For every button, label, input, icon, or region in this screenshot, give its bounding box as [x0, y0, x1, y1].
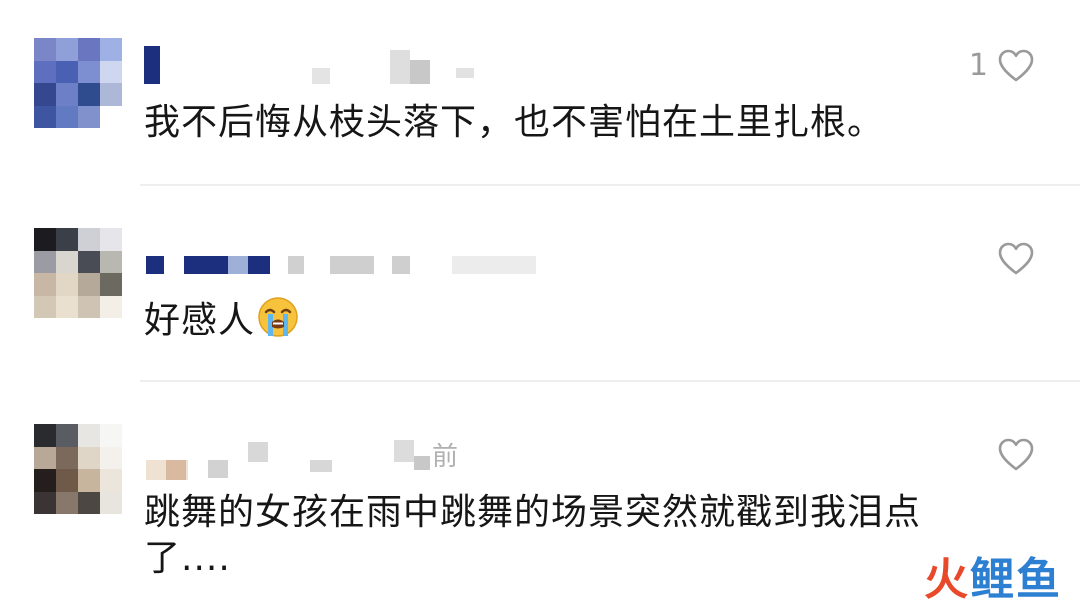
avatar-mosaic-cell: [100, 83, 122, 106]
username-blurred[interactable]: 前: [144, 438, 564, 480]
comment-text: 我不后悔从枝头落下，也不害怕在土里扎根。: [144, 102, 885, 143]
comment-item: 好感人: [0, 186, 1080, 382]
avatar-mosaic-cell: [56, 446, 78, 469]
heart-icon[interactable]: [998, 242, 1034, 276]
like-control[interactable]: [988, 242, 1034, 276]
avatar-mosaic-cell: [56, 83, 78, 106]
avatar-mosaic-cell: [78, 228, 100, 251]
avatar-mosaic-cell: [100, 250, 122, 273]
avatar-mosaic-cell: [56, 38, 78, 61]
comment-item: 1 我不后悔从枝头落下，也不害怕在土里扎根。: [0, 0, 1080, 186]
crying-face-emoji-icon: [258, 297, 298, 337]
avatar-mosaic-cell: [78, 491, 100, 514]
avatar-mosaic-cell: [34, 38, 56, 61]
avatar-mosaic-cell: [34, 295, 56, 318]
avatar-mosaic-cell: [78, 469, 100, 492]
avatar-mosaic-cell: [100, 105, 122, 128]
heart-icon[interactable]: [998, 438, 1034, 472]
avatar-mosaic-cell: [100, 295, 122, 318]
avatar-mosaic-cell: [100, 424, 122, 447]
avatar[interactable]: [34, 38, 122, 128]
avatar-mosaic-cell: [78, 424, 100, 447]
avatar-mosaic-cell: [34, 446, 56, 469]
username-blurred[interactable]: [144, 252, 564, 282]
avatar-mosaic-cell: [34, 424, 56, 447]
avatar[interactable]: [34, 424, 122, 514]
avatar-mosaic-cell: [56, 105, 78, 128]
avatar-mosaic-cell: [34, 273, 56, 296]
avatar-mosaic-cell: [100, 60, 122, 83]
like-control[interactable]: [988, 438, 1034, 472]
avatar-mosaic-cell: [78, 273, 100, 296]
timestamp-partial: 前: [432, 442, 459, 472]
avatar-mosaic-cell: [34, 83, 56, 106]
avatar-mosaic-cell: [78, 295, 100, 318]
avatar-mosaic-cell: [56, 273, 78, 296]
comment-text: 跳舞的女孩在雨中跳舞的场景突然就戳到我泪点了....: [144, 492, 922, 579]
like-control[interactable]: 1: [969, 48, 1034, 83]
avatar-mosaic-cell: [56, 469, 78, 492]
avatar-mosaic-cell: [100, 491, 122, 514]
avatar-mosaic-cell: [56, 250, 78, 273]
avatar-mosaic-cell: [100, 469, 122, 492]
avatar-mosaic-cell: [100, 38, 122, 61]
avatar-mosaic-cell: [34, 469, 56, 492]
avatar-mosaic-cell: [100, 228, 122, 251]
like-count: 1: [968, 48, 988, 83]
watermark-logo: 火 鲤 鱼: [924, 543, 1060, 607]
avatar-mosaic-cell: [78, 446, 100, 469]
avatar-mosaic-cell: [34, 228, 56, 251]
watermark-char: 鲤: [970, 554, 1014, 605]
avatar-mosaic-cell: [100, 446, 122, 469]
avatar[interactable]: [34, 228, 122, 318]
avatar-mosaic-cell: [78, 60, 100, 83]
avatar-mosaic-cell: [34, 250, 56, 273]
comment-text: 好感人: [144, 296, 299, 344]
avatar-mosaic-cell: [78, 250, 100, 273]
watermark-char: 火: [924, 554, 968, 605]
username-blurred[interactable]: [144, 46, 564, 84]
avatar-mosaic-cell: [100, 273, 122, 296]
avatar-mosaic-cell: [56, 424, 78, 447]
comment-text-content: 好感人: [144, 300, 256, 341]
avatar-mosaic-cell: [78, 38, 100, 61]
avatar-mosaic-cell: [56, 60, 78, 83]
avatar-mosaic-cell: [34, 105, 56, 128]
avatar-mosaic-cell: [78, 83, 100, 106]
watermark-char: 鱼: [1016, 554, 1060, 605]
avatar-mosaic-cell: [56, 295, 78, 318]
avatar-mosaic-cell: [34, 491, 56, 514]
avatar-mosaic-cell: [56, 491, 78, 514]
avatar-mosaic-cell: [78, 105, 100, 128]
heart-icon[interactable]: [998, 49, 1034, 83]
avatar-mosaic-cell: [34, 60, 56, 83]
comment-item: 前 跳舞的女孩在雨中跳舞的场景突然就戳到我泪点了....: [0, 382, 1080, 613]
avatar-mosaic-cell: [56, 228, 78, 251]
